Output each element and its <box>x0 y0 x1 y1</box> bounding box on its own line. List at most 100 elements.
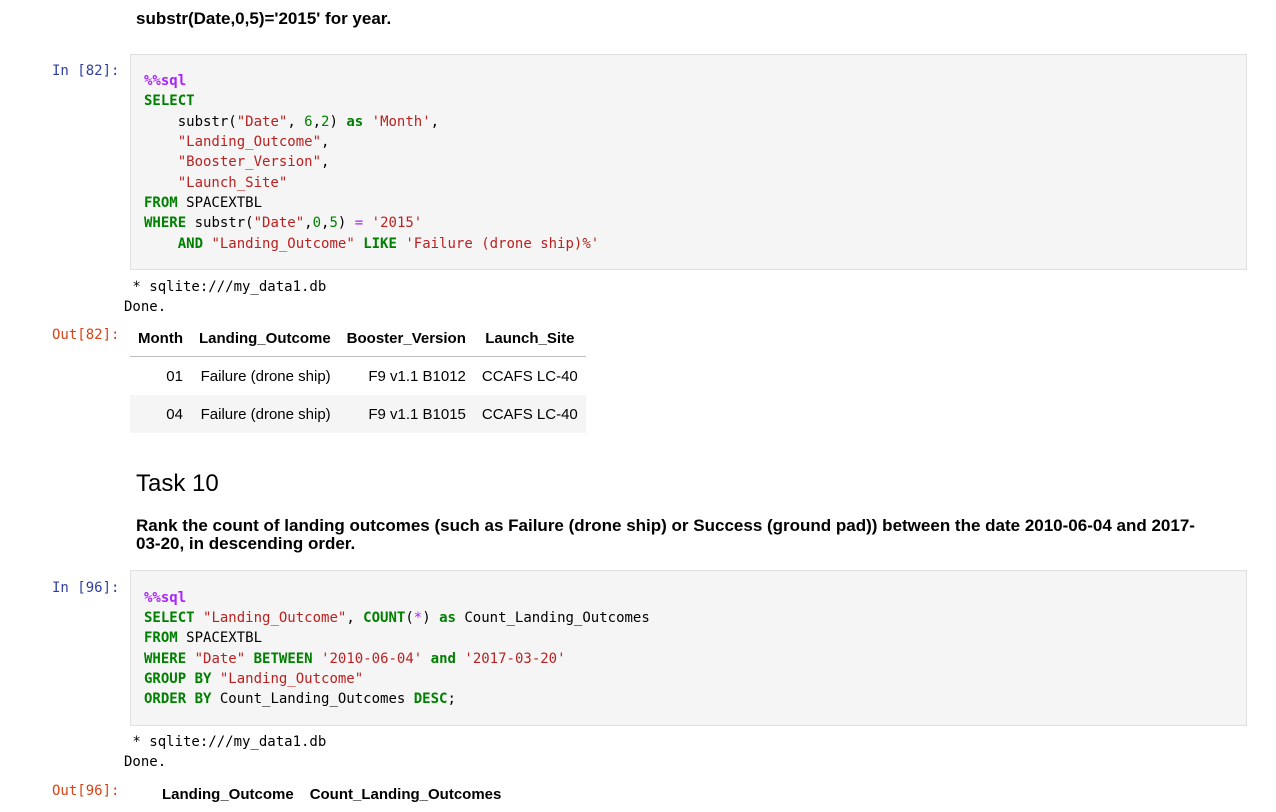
string-literal: "Landing_Outcome" <box>219 671 364 687</box>
number-literal: 6 <box>304 114 313 130</box>
dataframe-table: Landing_Outcome Count_Landing_Outcomes <box>154 776 509 812</box>
code-token: , <box>287 114 305 130</box>
table-cell: F9 v1.1 B1012 <box>368 367 466 385</box>
string-literal: '2017-03-20' <box>464 651 566 667</box>
table-row: 04 Failure (drone ship) F9 v1.1 B1015 CC… <box>130 395 586 433</box>
result-table-96: Landing_Outcome Count_Landing_Outcomes <box>154 776 509 812</box>
string-literal: "Landing_Outcome" <box>203 610 347 626</box>
code-token: Count_Landing_Outcomes <box>211 691 414 707</box>
sql-keyword: and <box>430 651 456 667</box>
column-header: Landing_Outcome <box>162 785 294 803</box>
code-line: FROM SPACEXTBL <box>144 193 262 213</box>
code-token: substr( <box>186 215 254 231</box>
number-literal: 0 <box>312 215 322 231</box>
code-token: substr( <box>177 114 237 130</box>
sql-keyword: FROM <box>144 195 178 211</box>
sql-keyword: ORDER BY <box>144 691 212 707</box>
column-header: Month <box>138 329 183 347</box>
number-literal: 5 <box>329 215 338 231</box>
dataframe-table: Month Landing_Outcome Booster_Version La… <box>130 320 586 433</box>
table-cell: CCAFS LC-40 <box>481 367 578 385</box>
string-literal: '2015' <box>371 215 423 231</box>
code-token: ) <box>422 610 440 626</box>
column-header: Launch_Site <box>485 329 575 347</box>
operator: * <box>413 610 423 626</box>
table-cell: CCAFS LC-40 <box>481 405 578 423</box>
column-header: Booster_Version <box>346 329 466 347</box>
code-token: , <box>321 134 330 150</box>
magic-keyword: %%sql <box>144 590 187 606</box>
sql-keyword: WHERE <box>144 651 187 667</box>
code-token: SPACEXTBL <box>177 195 263 211</box>
code-token: ) <box>329 114 347 130</box>
code-line: SELECT <box>144 91 195 111</box>
string-literal: "Landing_Outcome" <box>177 134 322 150</box>
markdown-text: substr(Date,0,5)='2015' for year. <box>136 9 392 28</box>
output-connection: * sqlite:///my_data1.db <box>124 279 327 295</box>
input-prompt: In [82]: <box>52 63 120 79</box>
code-token: ) <box>337 215 355 231</box>
output-connection: * sqlite:///my_data1.db <box>124 734 327 750</box>
sql-keyword: LIKE <box>363 236 397 252</box>
task-heading: Task 10 <box>136 470 219 497</box>
table-header-row: Landing_Outcome Count_Landing_Outcomes <box>154 776 509 812</box>
result-table-82: Month Landing_Outcome Booster_Version La… <box>130 320 586 433</box>
sql-keyword: BETWEEN <box>253 651 313 667</box>
sql-keyword: FROM <box>144 630 178 646</box>
table-cell: F9 v1.1 B1015 <box>368 405 466 423</box>
table-cell: Failure (drone ship) <box>200 367 331 385</box>
code-line: "Launch_Site" <box>144 173 288 193</box>
sql-keyword: AND <box>177 236 204 252</box>
string-literal: "Launch_Site" <box>177 175 288 191</box>
string-literal: "Date" <box>194 651 246 667</box>
code-token: SPACEXTBL <box>177 630 263 646</box>
string-literal: 'Failure (drone ship)%' <box>405 236 600 252</box>
code-line: %%sql <box>144 588 186 608</box>
code-line: WHERE "Date" BETWEEN '2010-06-04' and '2… <box>144 649 566 669</box>
code-cell-96[interactable]: %%sql SELECT "Landing_Outcome", COUNT(*)… <box>130 570 1247 726</box>
code-token: Count_Landing_Outcomes <box>455 610 650 626</box>
output-prompt: Out[96]: <box>52 783 120 799</box>
code-line: "Landing_Outcome", <box>144 132 330 152</box>
input-prompt: In [96]: <box>52 580 120 596</box>
code-line: ORDER BY Count_Landing_Outcomes DESC; <box>144 689 456 709</box>
sql-keyword: as <box>439 610 456 626</box>
magic-keyword: %%sql <box>144 73 187 89</box>
output-prompt: Out[82]: <box>52 327 120 343</box>
code-line: WHERE substr("Date",0,5) = '2015' <box>144 213 422 233</box>
task-description: Rank the count of landing outcomes (such… <box>136 516 1195 553</box>
sql-keyword: WHERE <box>144 215 187 231</box>
code-token: ; <box>447 691 456 707</box>
code-line: %%sql <box>144 71 186 91</box>
code-token: ( <box>405 610 414 626</box>
output-done: Done. <box>124 754 167 770</box>
table-cell: 01 <box>166 367 183 385</box>
code-token: , <box>346 610 364 626</box>
code-token: , <box>312 114 322 130</box>
code-line: SELECT "Landing_Outcome", COUNT(*) as Co… <box>144 608 650 628</box>
code-line: substr("Date", 6,2) as 'Month', <box>144 112 439 132</box>
operator: = <box>354 215 364 231</box>
code-token: , <box>321 154 330 170</box>
table-row: 01 Failure (drone ship) F9 v1.1 B1012 CC… <box>130 357 586 396</box>
sql-keyword: SELECT <box>144 93 195 109</box>
code-line: "Booster_Version", <box>144 152 330 172</box>
code-cell-82[interactable]: %%sql SELECT substr("Date", 6,2) as 'Mon… <box>130 54 1247 270</box>
table-cell: Failure (drone ship) <box>200 405 331 423</box>
sql-keyword: SELECT <box>144 610 195 626</box>
sql-keyword: DESC <box>413 691 448 707</box>
string-literal: '2010-06-04' <box>321 651 423 667</box>
code-line: FROM SPACEXTBL <box>144 628 262 648</box>
output-done: Done. <box>124 299 167 315</box>
sql-function: COUNT <box>363 610 406 626</box>
table-cell: 04 <box>166 405 183 423</box>
code-token: , <box>304 215 313 231</box>
